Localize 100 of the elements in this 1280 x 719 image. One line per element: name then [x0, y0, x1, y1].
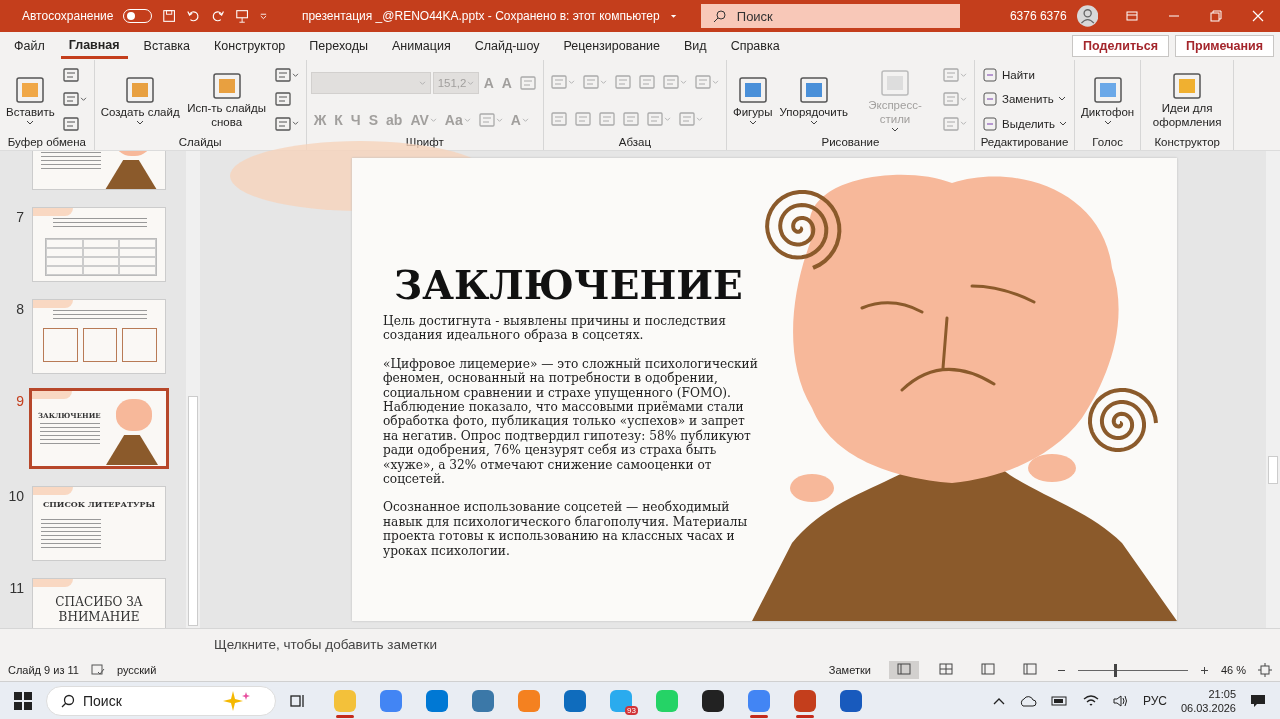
- tool-icon: [982, 115, 998, 132]
- tool-icon: [982, 67, 998, 84]
- tool-icon: [550, 75, 567, 89]
- slide-paragraph: Цель достигнута - выявлены причины и последствия создания идеального образа в соцсетях.: [383, 314, 727, 343]
- ribbon-tab[interactable]: Справка: [722, 33, 788, 59]
- ribbon-button[interactable]: Выделить: [979, 114, 1071, 133]
- ribbon-button[interactable]: Идеи для оформления: [1145, 70, 1230, 129]
- notes-button[interactable]: Заметки: [822, 664, 877, 676]
- presentation-icon[interactable]: [234, 8, 250, 24]
- ribbon-tab[interactable]: Переходы: [301, 33, 376, 59]
- spellcheck-icon[interactable]: [90, 664, 105, 676]
- clock-date[interactable]: 06.03.2026: [1180, 700, 1236, 715]
- windows-logo-icon[interactable]: [14, 691, 32, 710]
- caret-icon: [669, 12, 677, 20]
- tool-icon: [62, 68, 79, 83]
- ribbon-tab[interactable]: Вставка: [135, 33, 199, 59]
- tool-icon: [582, 75, 599, 89]
- notes-placeholder[interactable]: Щелкните, чтобы добавить заметки: [214, 636, 437, 652]
- caret-icon: [429, 117, 437, 123]
- tool-icon: [574, 112, 591, 126]
- tool-icon: [274, 92, 291, 107]
- close-icon[interactable]: [1251, 10, 1264, 22]
- customize-icon[interactable]: [259, 11, 268, 21]
- ribbon-tab[interactable]: Анимация: [383, 33, 459, 59]
- slide-paragraph: Осознанное использование соцсетей — необходимый навык для психологического благополучия. Материалы проекта готовы к использованию на классных часах и уроках психологии.: [383, 500, 749, 559]
- search-input[interactable]: Поиск: [736, 8, 857, 24]
- caret-icon: [679, 79, 687, 85]
- group-label: Слайды: [178, 136, 222, 148]
- view-icon: [938, 663, 953, 675]
- caret-icon: [136, 119, 145, 126]
- ribbon-tab[interactable]: Вид: [676, 33, 715, 59]
- wifi-icon[interactable]: [1082, 693, 1099, 708]
- ribbon-button[interactable]: Фигуры: [730, 73, 775, 126]
- slide-number: 7: [15, 208, 24, 225]
- caret-icon: [891, 126, 899, 133]
- ribbon-button[interactable]: Заменить: [979, 90, 1071, 109]
- chevron-up-icon[interactable]: [992, 696, 1005, 705]
- search-bar[interactable]: Поиск: [700, 4, 960, 28]
- slide-thumbnail[interactable]: СПИСОК ЛИТЕРАТУРЫ: [32, 486, 166, 561]
- restore-icon[interactable]: [1209, 10, 1222, 22]
- slide-thumbnail[interactable]: [32, 207, 166, 282]
- undo-icon[interactable]: [186, 8, 201, 24]
- view-icon: [1022, 663, 1037, 675]
- tool-icon: [614, 75, 631, 89]
- scrollbar[interactable]: [186, 151, 200, 628]
- caret-icon: [1103, 119, 1112, 126]
- caret-icon: [495, 117, 503, 123]
- tool-icon: [982, 91, 998, 108]
- view-button[interactable]: [888, 661, 919, 679]
- slide-thumbnail[interactable]: СПАСИБО ЗА ВНИМАНИЕ: [32, 578, 166, 628]
- scrollbar[interactable]: [1266, 151, 1280, 628]
- search-icon: [61, 693, 75, 708]
- tool-icon: [694, 75, 711, 89]
- fit-slide-icon[interactable]: [1258, 663, 1272, 677]
- tool-icon: [62, 116, 79, 131]
- caret-icon: [291, 121, 299, 127]
- zoom-in-icon[interactable]: [1199, 665, 1209, 675]
- taskbar-search-input[interactable]: Поиск: [83, 692, 213, 709]
- tool-icon: [622, 112, 639, 126]
- slide-number: 9: [15, 392, 24, 409]
- app-icon[interactable]: [702, 689, 724, 712]
- battery-icon[interactable]: [1050, 694, 1069, 707]
- clock-time[interactable]: 21:05: [1208, 686, 1236, 701]
- slide-counter: Слайд 9 из 11: [8, 664, 79, 676]
- notification-icon[interactable]: [1250, 692, 1266, 709]
- autosave-label: Автосохранение: [22, 9, 114, 23]
- tool-icon: [478, 113, 495, 127]
- taskbar-search-bar[interactable]: Поиск: [46, 685, 276, 716]
- ribbon-button[interactable]: Диктофон: [1079, 73, 1137, 126]
- zoom-percent[interactable]: 46 %: [1220, 664, 1246, 676]
- document-title[interactable]: презентация _@RENO44KA.pptx - Сохранено в: этот компьютер: [301, 9, 660, 23]
- group-label: Голос: [1092, 136, 1123, 148]
- ribbon-button[interactable]: Упорядочить: [777, 73, 850, 126]
- ribbon-tab[interactable]: Слайд-шоу: [466, 33, 548, 59]
- language-label[interactable]: русский: [116, 664, 157, 676]
- ribbon-button[interactable]: Вставить: [4, 73, 57, 126]
- search-icon: [712, 9, 727, 23]
- avatar-icon[interactable]: [1076, 4, 1098, 28]
- caret-icon: [1057, 96, 1066, 103]
- ribbon-tab[interactable]: Рецензирование: [555, 33, 668, 59]
- comments-button[interactable]: Примечания: [1175, 35, 1274, 57]
- input-language[interactable]: РУС: [1142, 693, 1167, 708]
- share-button[interactable]: Поделиться: [1072, 35, 1170, 57]
- caret-icon: [711, 79, 719, 85]
- ribbon-button[interactable]: Найти: [979, 66, 1071, 85]
- redo-icon[interactable]: [210, 8, 225, 24]
- tool-icon: [798, 75, 829, 104]
- cloud-icon[interactable]: [1018, 693, 1037, 708]
- ribbon-tab[interactable]: Файл: [6, 33, 53, 59]
- ribbon-tab[interactable]: Конструктор: [206, 33, 294, 59]
- caret-icon: [960, 72, 967, 78]
- view-icon: [896, 663, 911, 675]
- task-view-icon[interactable]: [290, 692, 306, 709]
- slide-thumbnail[interactable]: [32, 299, 166, 374]
- speaker-icon[interactable]: [1112, 693, 1129, 708]
- save-icon[interactable]: [162, 8, 177, 24]
- ribbon-button[interactable]: Создать слайд: [98, 73, 182, 126]
- caret-icon: [466, 80, 474, 86]
- ribbon-button[interactable]: Исп-ть слайды снова: [184, 70, 269, 129]
- ribbon-display-icon[interactable]: [1125, 10, 1138, 22]
